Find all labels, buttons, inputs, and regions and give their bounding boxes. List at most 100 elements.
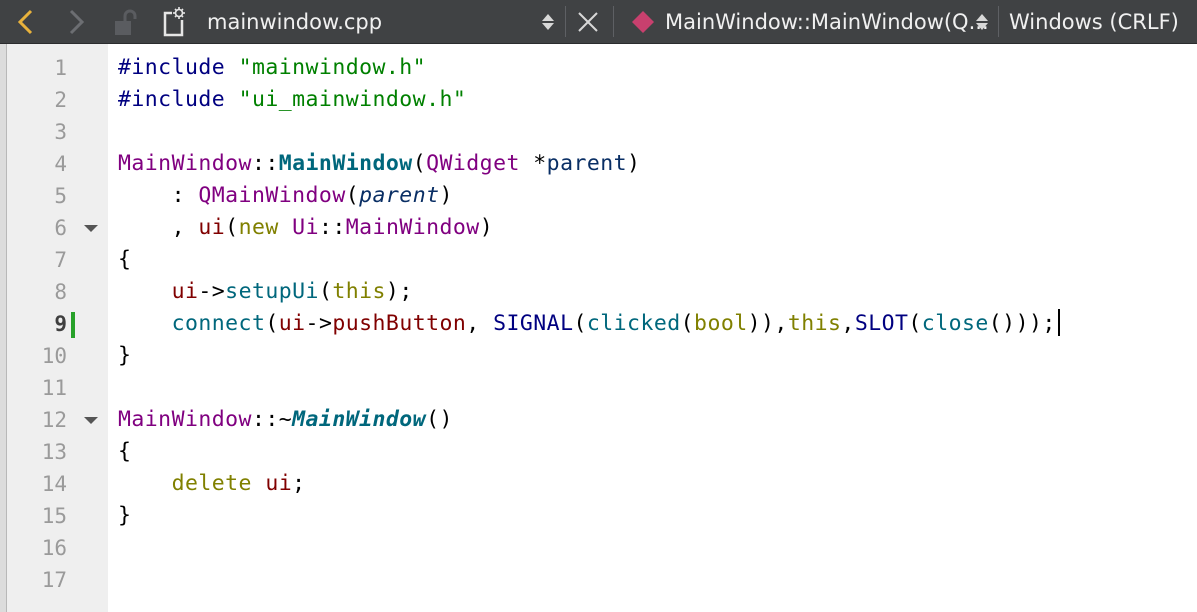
code-token: ( <box>412 151 427 176</box>
code-token: pushButton <box>332 311 467 336</box>
line-number: 9 <box>54 312 67 336</box>
line-number: 6 <box>54 216 67 240</box>
code-token: close <box>921 311 989 336</box>
code-token: ())); <box>988 311 1056 336</box>
fold-cell <box>84 84 100 116</box>
code-token: "mainwindow.h" <box>238 55 427 80</box>
back-arrow-icon[interactable] <box>14 0 38 43</box>
code-token: } <box>118 503 132 528</box>
line-number: 16 <box>41 536 67 560</box>
code-token: this <box>787 311 842 336</box>
line-number: 13 <box>41 440 67 464</box>
code-token: MainWindow <box>118 407 252 432</box>
code-token: :: <box>318 215 346 240</box>
code-area[interactable]: #include "mainwindow.h" #include "ui_main… <box>118 52 1060 596</box>
fold-cell <box>84 244 100 276</box>
line-number: 5 <box>54 184 67 208</box>
line-endings-selector[interactable]: Windows (CRLF) <box>1009 0 1179 43</box>
line-number: 8 <box>54 280 67 304</box>
code-token: { <box>118 439 132 464</box>
code-token: ui <box>198 215 226 240</box>
code-line[interactable]: , ui(new Ui::MainWindow) <box>118 212 1060 244</box>
text-cursor <box>1057 308 1060 336</box>
code-token: parent <box>359 183 440 208</box>
code-token: ui <box>278 311 306 336</box>
code-token: :: <box>251 151 279 176</box>
fold-cell <box>84 436 100 468</box>
lock-icon[interactable] <box>112 0 138 43</box>
code-line[interactable]: } <box>118 500 1060 532</box>
code-token: : <box>118 183 199 208</box>
code-line[interactable]: { <box>118 436 1060 468</box>
fold-cell <box>84 564 100 596</box>
code-token: ); <box>385 279 413 304</box>
toolbar-divider <box>613 6 614 37</box>
line-number: 17 <box>41 568 67 592</box>
code-line[interactable]: } <box>118 340 1060 372</box>
code-token: ( <box>265 311 279 336</box>
code-token: )) <box>747 311 775 336</box>
code-line[interactable]: MainWindow::MainWindow(QWidget *parent) <box>118 148 1060 180</box>
line-number: 11 <box>41 376 67 400</box>
fold-cell <box>84 276 100 308</box>
code-line[interactable]: MainWindow::~MainWindow() <box>118 404 1060 436</box>
code-line[interactable] <box>118 372 1060 404</box>
fold-cell <box>84 52 100 84</box>
code-token: Ui <box>292 215 319 240</box>
code-token: ( <box>318 279 333 304</box>
code-token: QWidget <box>426 151 520 176</box>
code-line[interactable] <box>118 116 1060 148</box>
code-token: SIGNAL <box>493 311 574 336</box>
fold-arrow-icon[interactable] <box>84 417 98 424</box>
toolbar-divider <box>998 6 999 37</box>
code-token: this <box>332 279 386 304</box>
code-token: delete <box>171 471 252 496</box>
fold-cell <box>84 532 100 564</box>
symbol-icon <box>630 0 656 43</box>
code-token: new <box>238 215 279 240</box>
close-icon[interactable] <box>576 0 600 43</box>
code-token: ) <box>439 183 453 208</box>
select-arrows-icon[interactable] <box>538 0 558 43</box>
file-icon <box>160 0 190 43</box>
code-token: ; <box>292 471 306 496</box>
code-token: ( <box>908 311 922 336</box>
fold-cell <box>84 180 100 212</box>
code-line[interactable]: #include "ui_mainwindow.h" <box>118 84 1060 116</box>
code-token: ( <box>680 311 695 336</box>
fold-cell <box>84 212 100 244</box>
fold-cell <box>84 340 100 372</box>
code-line[interactable] <box>118 564 1060 596</box>
fold-markers <box>84 52 100 596</box>
editor-toolbar: mainwindow.cpp MainWindow::MainWindow(Q.… <box>0 0 1197 44</box>
symbol-selector[interactable]: MainWindow::MainWindow(Q... <box>665 0 989 43</box>
code-token: ) <box>627 151 641 176</box>
code-line[interactable]: #include "mainwindow.h" <box>118 52 1060 84</box>
code-line[interactable]: : QMainWindow(parent) <box>118 180 1060 212</box>
fold-arrow-icon[interactable] <box>84 225 98 232</box>
toolbar-divider <box>565 6 566 37</box>
line-number: 2 <box>54 88 67 112</box>
code-token: #include <box>118 55 226 80</box>
code-token: parent <box>546 151 628 176</box>
fold-cell <box>84 148 100 180</box>
code-line[interactable]: { <box>118 244 1060 276</box>
code-line[interactable]: connect(ui->pushButton, SIGNAL(clicked(b… <box>118 308 1060 340</box>
fold-cell <box>84 468 100 500</box>
code-token: MainWindow <box>278 151 413 176</box>
code-token: ui <box>265 471 293 496</box>
code-token: { <box>118 247 132 272</box>
code-line[interactable]: delete ui; <box>118 468 1060 500</box>
code-line[interactable] <box>118 532 1060 564</box>
select-arrows-icon[interactable] <box>972 0 992 43</box>
line-number: 3 <box>54 120 67 144</box>
file-name[interactable]: mainwindow.cpp <box>207 0 382 43</box>
forward-arrow-icon[interactable] <box>64 0 88 43</box>
code-line[interactable]: ui->setupUi(this); <box>118 276 1060 308</box>
code-token: clicked <box>586 311 681 336</box>
